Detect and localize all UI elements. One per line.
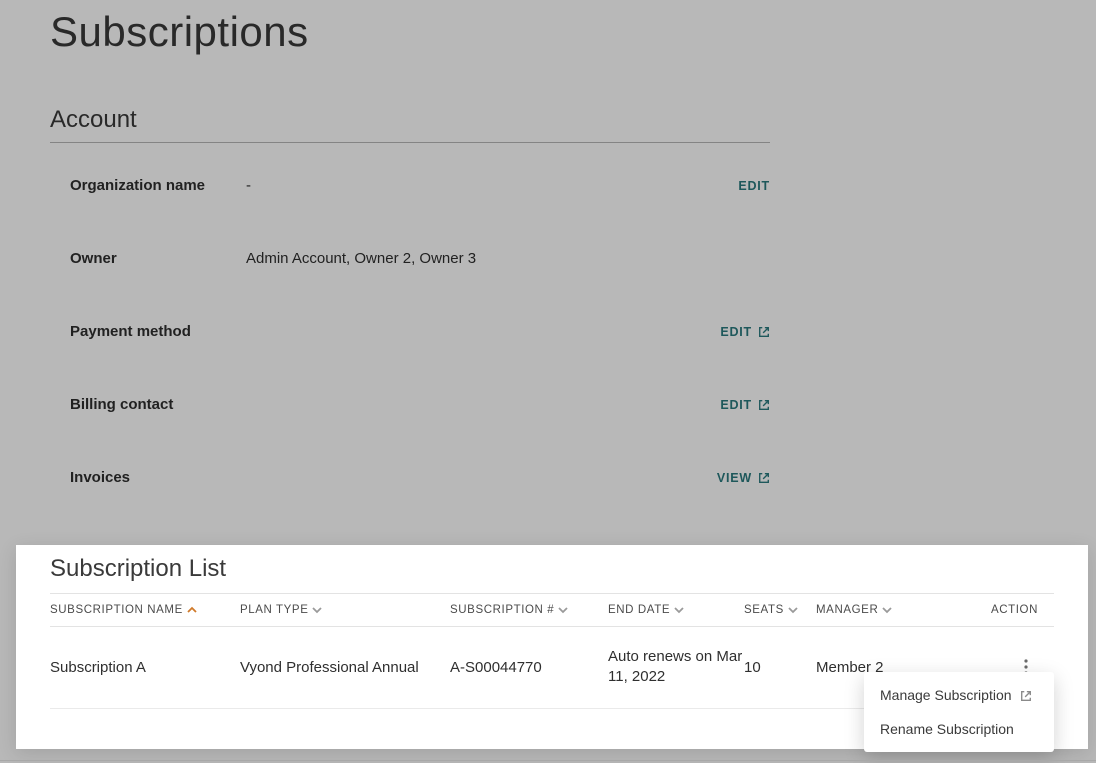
- column-end-date[interactable]: END DATE: [608, 604, 744, 616]
- column-seats-label: SEATS: [744, 604, 784, 616]
- column-manager[interactable]: MANAGER: [816, 604, 994, 616]
- column-seats[interactable]: SEATS: [744, 604, 816, 616]
- column-plan-type-label: PLAN TYPE: [240, 604, 308, 616]
- invoices-view-button[interactable]: VIEW: [717, 471, 770, 485]
- column-end-date-label: END DATE: [608, 604, 670, 616]
- column-subscription-number-label: SUBSCRIPTION #: [450, 604, 554, 616]
- page-title: Subscriptions: [50, 8, 1046, 56]
- account-section-title: Account: [50, 106, 770, 143]
- billing-contact-edit-label: EDIT: [720, 398, 752, 412]
- payment-method-row: Payment method EDIT: [50, 295, 770, 368]
- cell-end-date: Auto renews on Mar 11, 2022: [608, 647, 744, 688]
- organization-name-value: -: [246, 177, 738, 194]
- column-subscription-name[interactable]: SUBSCRIPTION NAME: [50, 604, 240, 616]
- manage-subscription-item[interactable]: Manage Subscription: [864, 678, 1054, 712]
- payment-method-edit-button[interactable]: EDIT: [720, 325, 770, 339]
- billing-contact-label: Billing contact: [70, 396, 246, 413]
- invoices-view-label: VIEW: [717, 471, 752, 485]
- organization-name-row: Organization name - EDIT: [50, 149, 770, 222]
- sort-desc-icon: [312, 605, 322, 615]
- external-link-icon: [758, 472, 770, 484]
- column-manager-label: MANAGER: [816, 604, 878, 616]
- external-link-icon: [1020, 689, 1032, 701]
- footer-divider: [0, 760, 1096, 761]
- subscription-list-title: Subscription List: [50, 545, 1054, 593]
- rename-subscription-label: Rename Subscription: [880, 721, 1014, 737]
- column-subscription-name-label: SUBSCRIPTION NAME: [50, 604, 183, 616]
- organization-name-label: Organization name: [70, 177, 246, 194]
- manage-subscription-label: Manage Subscription: [880, 687, 1012, 703]
- payment-method-edit-label: EDIT: [720, 325, 752, 339]
- billing-contact-edit-button[interactable]: EDIT: [720, 398, 770, 412]
- sort-asc-icon: [187, 605, 197, 615]
- billing-contact-row: Billing contact EDIT: [50, 368, 770, 441]
- external-link-icon: [758, 399, 770, 411]
- column-action-label: ACTION: [991, 604, 1038, 616]
- invoices-row: Invoices VIEW: [50, 441, 770, 514]
- subscription-list-card: Subscription List SUBSCRIPTION NAME PLAN…: [16, 545, 1088, 749]
- cell-seats: 10: [744, 659, 816, 676]
- column-subscription-number[interactable]: SUBSCRIPTION #: [450, 604, 608, 616]
- subscription-table-header: SUBSCRIPTION NAME PLAN TYPE SUBSCRIPTION…: [50, 593, 1054, 627]
- cell-subscription-name: Subscription A: [50, 659, 240, 676]
- organization-edit-button[interactable]: EDIT: [738, 179, 770, 193]
- column-action: ACTION: [994, 604, 1038, 616]
- cell-subscription-number: A-S00044770: [450, 659, 608, 676]
- owner-value: Admin Account, Owner 2, Owner 3: [246, 250, 770, 267]
- row-actions-menu: Manage Subscription Rename Subscription: [864, 672, 1054, 752]
- invoices-label: Invoices: [70, 469, 246, 486]
- payment-method-label: Payment method: [70, 323, 246, 340]
- external-link-icon: [758, 326, 770, 338]
- account-section: Account Organization name - EDIT Owner A…: [50, 106, 770, 514]
- owner-row: Owner Admin Account, Owner 2, Owner 3: [50, 222, 770, 295]
- sort-desc-icon: [674, 605, 684, 615]
- sort-desc-icon: [788, 605, 798, 615]
- owner-label: Owner: [70, 250, 246, 267]
- column-plan-type[interactable]: PLAN TYPE: [240, 604, 450, 616]
- cell-plan-type: Vyond Professional Annual: [240, 659, 450, 676]
- rename-subscription-item[interactable]: Rename Subscription: [864, 712, 1054, 746]
- sort-desc-icon: [558, 605, 568, 615]
- sort-desc-icon: [882, 605, 892, 615]
